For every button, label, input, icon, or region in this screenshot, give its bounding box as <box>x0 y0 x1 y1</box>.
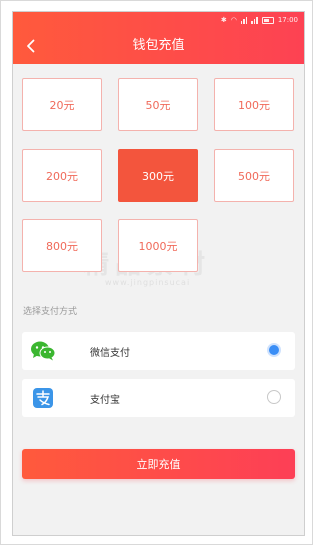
amount-option-20[interactable]: 20元 <box>22 78 102 131</box>
status-time: 17:00 <box>277 16 298 24</box>
signal-icon <box>240 16 248 24</box>
recharge-now-button[interactable]: 立即充值 <box>22 449 295 479</box>
payment-method-alipay[interactable]: 支付宝 <box>22 379 295 417</box>
amount-option-label: 1000元 <box>138 239 178 253</box>
app-screen: ✱ ◠ 17:00 钱包充值 精品素材 www.jingpinsucai <box>12 11 305 536</box>
amount-option-label: 500元 <box>238 169 270 183</box>
wechat-icon <box>30 338 56 364</box>
watermark-sub: www.jingpinsucai <box>105 278 191 287</box>
amount-option-100[interactable]: 100元 <box>214 78 294 131</box>
payment-method-label: 支付宝 <box>90 394 120 406</box>
wifi-icon: ◠ <box>230 16 237 24</box>
amount-option-500[interactable]: 500元 <box>214 149 294 202</box>
radio-alipay-unchecked[interactable] <box>267 390 281 404</box>
amount-option-50[interactable]: 50元 <box>118 78 198 131</box>
amount-option-label: 200元 <box>46 169 78 183</box>
amount-option-label: 800元 <box>46 239 78 253</box>
amount-option-label: 100元 <box>238 98 270 112</box>
signal-icon-2 <box>251 16 258 24</box>
header-bar: ✱ ◠ 17:00 钱包充值 <box>13 12 304 64</box>
page-title: 钱包充值 <box>132 38 185 53</box>
alipay-icon <box>30 385 56 411</box>
payment-method-label: 微信支付 <box>90 347 130 359</box>
battery-icon <box>261 16 274 24</box>
radio-wechat-checked[interactable] <box>267 343 281 357</box>
bluetooth-icon: ✱ <box>220 16 227 24</box>
amount-option-label: 300元 <box>142 169 174 183</box>
amount-option-800[interactable]: 800元 <box>22 219 102 272</box>
amount-option-label: 50元 <box>145 98 171 112</box>
payment-section-label: 选择支付方式 <box>23 307 78 317</box>
device-frame: ✱ ◠ 17:00 钱包充值 精品素材 www.jingpinsucai <box>0 0 313 545</box>
amount-option-300[interactable]: 300元 <box>118 149 198 202</box>
amount-option-1000[interactable]: 1000元 <box>118 219 198 272</box>
status-bar: ✱ ◠ 17:00 <box>221 14 298 26</box>
amount-option-200[interactable]: 200元 <box>22 149 102 202</box>
payment-method-wechat[interactable]: 微信支付 <box>22 332 295 370</box>
amount-option-label: 20元 <box>49 98 75 112</box>
